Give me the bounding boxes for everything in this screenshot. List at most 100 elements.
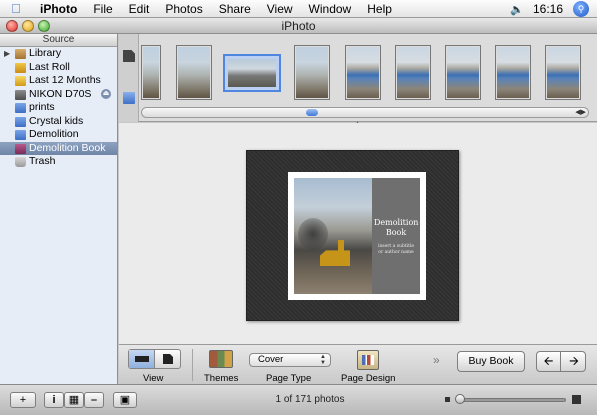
album-icon: [15, 103, 26, 113]
menu-bar:  iPhoto File Edit Photos Share View Win…: [0, 0, 597, 18]
disclosure-triangle-icon[interactable]: ▶: [4, 47, 10, 61]
menu-edit[interactable]: Edit: [121, 2, 158, 16]
menu-share[interactable]: Share: [211, 2, 259, 16]
source-item-label: Trash: [29, 155, 56, 167]
photo-thumbnail-image: [347, 47, 379, 98]
calendar-grid-icon: ▦: [68, 394, 80, 406]
source-item-demolition[interactable]: Demolition: [0, 128, 117, 142]
source-item-crystal-kids[interactable]: Crystal kids: [0, 115, 117, 129]
album-icon: [15, 130, 26, 140]
single-page-icon: [163, 354, 173, 364]
photo-thumbnail[interactable]: [294, 45, 330, 100]
view-mode-toggle[interactable]: [128, 349, 181, 369]
source-item-prints[interactable]: prints: [0, 101, 117, 115]
photo-thumbnail[interactable]: [395, 45, 431, 100]
source-item-label: Last Roll: [29, 60, 70, 73]
photo-thumbnail-image: [228, 59, 276, 87]
source-item-label: Crystal kids: [29, 114, 84, 127]
buy-book-button[interactable]: Buy Book: [457, 351, 525, 372]
photo-thumbnail[interactable]: [495, 45, 531, 100]
photo-thumbnail-selected[interactable]: [223, 54, 281, 92]
source-item-library[interactable]: ▶ Library: [0, 47, 117, 61]
cover-photo[interactable]: [294, 178, 372, 294]
source-item-camera[interactable]: NIKON D70S ⏏: [0, 88, 117, 102]
menu-app[interactable]: iPhoto: [32, 2, 85, 16]
calendar-button[interactable]: ▦: [64, 392, 84, 408]
photo-thumbnail[interactable]: [176, 45, 212, 100]
source-item-trash[interactable]: Trash: [0, 155, 117, 169]
cover-title[interactable]: Demolition Book: [374, 218, 418, 238]
zoom-slider[interactable]: [456, 398, 566, 402]
page-type-select[interactable]: Cover ▲ ▼: [249, 353, 331, 367]
cover-subtitle[interactable]: insert a subtitle or author name: [376, 244, 416, 256]
browser-toolbar: [119, 34, 139, 122]
spotlight-icon[interactable]: ⚲: [573, 1, 589, 17]
menu-view[interactable]: View: [259, 2, 301, 16]
photo-thumbnail-image: [296, 47, 328, 98]
page-design-stripes: [362, 355, 374, 365]
view-single-page-button[interactable]: [155, 350, 181, 368]
keywords-button[interactable]: ⎯: [84, 392, 104, 408]
fullscreen-icon: ▣: [119, 394, 131, 406]
bottom-bar: + i ▦ ⎯ ▣ 1 of 171 photos: [0, 384, 597, 415]
photo-thumbnail-image: [497, 47, 529, 98]
page-type-value: Cover: [258, 354, 284, 365]
menu-file[interactable]: File: [85, 2, 120, 16]
page-navigation: 🡨 🡪: [536, 351, 586, 372]
fullscreen-button[interactable]: ▣: [113, 392, 137, 408]
apple-menu-icon[interactable]: : [0, 1, 32, 16]
info-button[interactable]: i: [44, 392, 64, 408]
photo-thumbnail[interactable]: [545, 45, 581, 100]
book-toolbar: View Themes Cover ▲ ▼ Page Type Page Desi…: [119, 344, 597, 384]
photo-thumbnail-image: [447, 47, 479, 98]
key-icon: ⎯: [91, 394, 97, 406]
volume-icon[interactable]: 🔈: [507, 3, 527, 16]
photo-thumbnail[interactable]: [445, 45, 481, 100]
photo-thumbnail[interactable]: [345, 45, 381, 100]
add-album-button[interactable]: +: [10, 392, 36, 408]
calendar-icon: [15, 76, 26, 86]
view-spread-button[interactable]: [129, 350, 155, 368]
window-titlebar: iPhoto: [0, 18, 597, 34]
photo-browser: ◀▶ ▲: [119, 34, 597, 126]
view-label: View: [143, 373, 164, 384]
browser-scrollbar[interactable]: ◀▶: [141, 107, 589, 118]
cover-title-panel: Demolition Book insert a subtitle or aut…: [372, 178, 420, 294]
window-title: iPhoto: [281, 19, 316, 33]
page-view-icon[interactable]: [123, 50, 135, 62]
source-item-last-12-months[interactable]: Last 12 Months: [0, 74, 117, 88]
chevron-updown-icon: ▲ ▼: [320, 354, 326, 366]
two-page-icon: [135, 356, 149, 362]
zoom-out-icon[interactable]: [445, 397, 450, 402]
zoom-in-icon[interactable]: [572, 395, 581, 404]
previous-page-button[interactable]: 🡨: [537, 352, 561, 371]
source-item-label: Library: [29, 47, 62, 59]
photo-thumbnail[interactable]: [141, 45, 161, 100]
book-icon: [15, 143, 26, 154]
themes-icon[interactable]: [209, 350, 233, 368]
zoom-slider-knob[interactable]: [455, 394, 465, 404]
source-item-last-roll[interactable]: Last Roll: [0, 61, 117, 75]
cover-page: Demolition Book insert a subtitle or aut…: [288, 172, 426, 300]
source-item-label: Demolition Book: [29, 141, 106, 154]
book-canvas: Demolition Book insert a subtitle or aut…: [119, 123, 597, 344]
source-list: Source ▶ Library Last Roll Last 12 Month…: [0, 34, 118, 384]
eject-icon[interactable]: ⏏: [101, 88, 111, 99]
more-tools-icon[interactable]: »: [433, 353, 440, 367]
scrollbar-thumb[interactable]: [306, 109, 318, 116]
menu-help[interactable]: Help: [359, 2, 400, 16]
source-item-label: prints: [29, 101, 55, 113]
book-cover[interactable]: Demolition Book insert a subtitle or aut…: [246, 150, 459, 321]
photo-thumbnail-image: [547, 47, 579, 98]
scroll-arrows-icon[interactable]: ◀▶: [575, 108, 586, 117]
source-item-demolition-book[interactable]: Demolition Book: [0, 141, 117, 155]
film-roll-icon: [15, 62, 26, 73]
next-page-button[interactable]: 🡪: [562, 352, 586, 371]
photos-view-icon[interactable]: [123, 92, 135, 104]
page-type-label: Page Type: [266, 373, 312, 384]
menu-window[interactable]: Window: [301, 2, 360, 16]
menu-photos[interactable]: Photos: [157, 2, 210, 16]
page-design-icon[interactable]: [357, 350, 379, 370]
menu-clock[interactable]: 16:16: [527, 2, 573, 16]
photo-count-status: 1 of 171 photos: [275, 394, 345, 405]
